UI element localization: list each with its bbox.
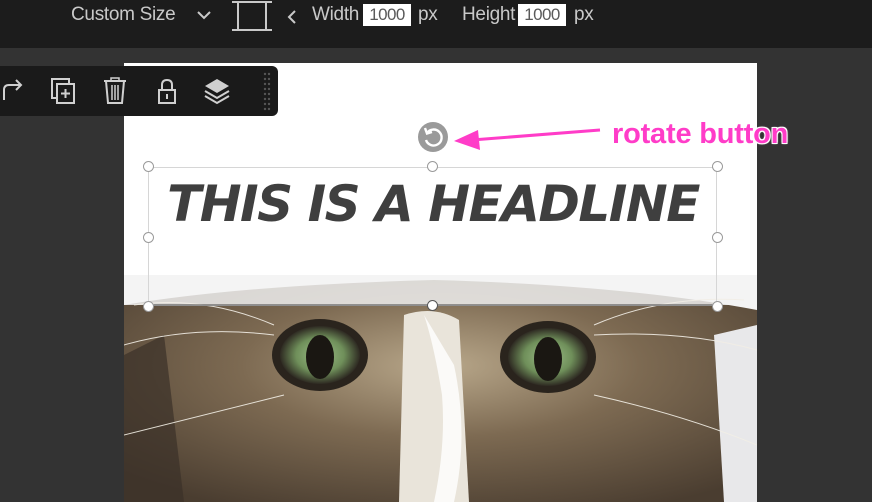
width-label: Width	[312, 4, 360, 25]
resize-handle-top[interactable]	[427, 161, 438, 172]
drag-handle-icon[interactable]	[262, 71, 272, 111]
annotation-arrow	[454, 128, 601, 150]
chevron-left-icon[interactable]	[285, 9, 299, 25]
size-preset-dropdown[interactable]: Custom Size	[71, 4, 176, 26]
top-bar: Custom Size Width 1000 px Height 1000 px	[0, 0, 872, 48]
resize-handle-top-right[interactable]	[712, 161, 723, 172]
resize-handle-bottom[interactable]	[427, 300, 438, 311]
duplicate-icon[interactable]	[48, 76, 78, 106]
crop-frame-icon[interactable]	[230, 0, 274, 34]
annotation-label: rotate button	[612, 118, 789, 150]
resize-handle-top-left[interactable]	[143, 161, 154, 172]
width-unit: px	[418, 4, 438, 25]
height-label: Height	[462, 4, 516, 25]
resize-handle-bottom-left[interactable]	[143, 301, 154, 312]
element-toolbar	[0, 66, 278, 116]
selection-box	[148, 167, 717, 306]
height-input[interactable]: 1000	[518, 4, 566, 26]
resize-handle-bottom-right[interactable]	[712, 301, 723, 312]
lock-icon[interactable]	[152, 76, 182, 106]
trash-icon[interactable]	[100, 76, 130, 106]
height-unit: px	[574, 4, 594, 25]
rotate-icon	[423, 127, 443, 147]
redo-icon[interactable]	[0, 76, 28, 106]
resize-handle-right[interactable]	[712, 232, 723, 243]
layers-icon[interactable]	[202, 76, 232, 106]
chevron-down-icon[interactable]	[195, 8, 213, 22]
rotate-button[interactable]	[418, 122, 448, 152]
width-input[interactable]: 1000	[363, 4, 411, 26]
resize-handle-left[interactable]	[143, 232, 154, 243]
